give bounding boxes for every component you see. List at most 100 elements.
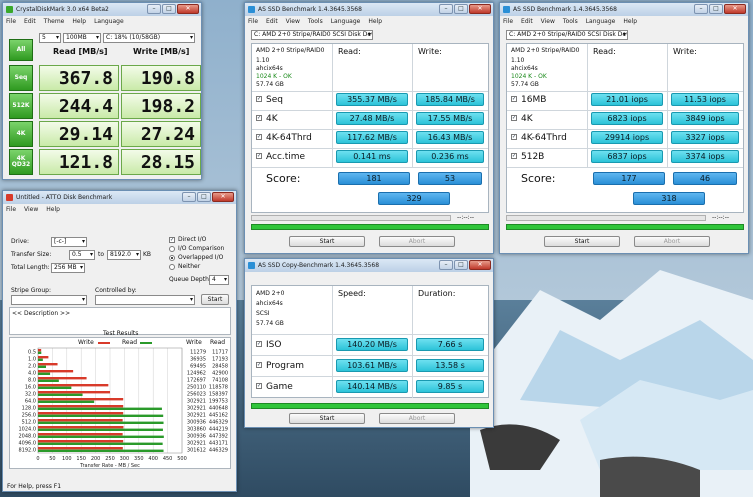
start-button[interactable]: Start (289, 236, 365, 247)
seq-button[interactable]: Seq (9, 65, 33, 91)
close-button[interactable]: ✕ (177, 4, 199, 14)
minimize-button[interactable]: – (694, 4, 708, 14)
neither-radio[interactable] (169, 264, 175, 270)
4k-qd32-button[interactable]: 4K QD32 (9, 149, 33, 175)
transfer-to-select[interactable]: 8192.0 (107, 250, 141, 260)
abort-button[interactable]: Abort (634, 236, 710, 247)
x-tick-label: 400 (148, 456, 158, 462)
16mb-checkbox[interactable]: ✓ (511, 96, 517, 102)
all-button[interactable]: All (9, 39, 33, 61)
maximize-button[interactable]: □ (197, 192, 211, 202)
close-button[interactable]: ✕ (469, 260, 491, 270)
minimize-button[interactable]: – (147, 4, 161, 14)
menu-theme[interactable]: Theme (44, 18, 65, 25)
menu-file[interactable]: File (248, 18, 258, 25)
menu-edit[interactable]: Edit (24, 18, 36, 25)
x-tick-label: 250 (105, 456, 115, 462)
write-bar (38, 356, 49, 359)
drive-select[interactable]: [-c-] (51, 237, 87, 247)
minimize-button[interactable]: – (439, 260, 453, 270)
minimize-button[interactable]: – (439, 4, 453, 14)
stripe-group-select[interactable] (11, 295, 87, 305)
maximize-button[interactable]: □ (454, 260, 468, 270)
write-value-label: 250110 (187, 385, 206, 391)
512b-checkbox[interactable]: ✓ (511, 153, 517, 159)
runs-select[interactable]: 5 (39, 33, 61, 43)
results-panel: Write Read Write Read 0 50 100 150 200 250 300… (9, 337, 231, 469)
4k-read-value: 29.14 (39, 121, 119, 147)
title-bar[interactable]: AS SSD Copy-Benchmark 1.4.3645.3568 – □ ✕ (245, 259, 493, 272)
title-bar[interactable]: Untitled - ATTO Disk Benchmark – □ ✕ (3, 191, 236, 204)
program-checkbox[interactable]: ✓ (256, 362, 262, 368)
read-bar (38, 407, 162, 410)
close-button[interactable]: ✕ (212, 192, 234, 202)
overlapped-io-radio[interactable] (169, 255, 175, 261)
start-button[interactable]: Start (544, 236, 620, 247)
menu-view[interactable]: View (286, 18, 300, 25)
4k-read-value: 27.48 MB/s (336, 112, 408, 125)
maximize-button[interactable]: □ (709, 4, 723, 14)
menu-help[interactable]: Help (368, 18, 382, 25)
4k-button[interactable]: 4K (9, 121, 33, 147)
title-bar[interactable]: AS SSD Benchmark 1.4.3645.3568 – □ ✕ (500, 3, 748, 16)
menu-file[interactable]: File (503, 18, 513, 25)
menu-edit[interactable]: Edit (521, 18, 533, 25)
start-button[interactable]: Start (289, 413, 365, 424)
menu-help[interactable]: Help (623, 18, 637, 25)
menu-tools[interactable]: Tools (308, 18, 323, 25)
io-comparison-radio[interactable] (169, 246, 175, 252)
window-title: AS SSD Benchmark 1.4.3645.3568 (513, 6, 617, 13)
title-bar[interactable]: AS SSD Benchmark 1.4.3645.3568 – □ ✕ (245, 3, 493, 16)
queue-depth-select[interactable]: 4 (209, 275, 229, 285)
menu-edit[interactable]: Edit (266, 18, 278, 25)
abort-button[interactable]: Abort (379, 236, 455, 247)
4k-64thrd-checkbox[interactable]: ✓ (256, 134, 262, 140)
menu-language[interactable]: Language (94, 18, 124, 25)
maximize-button[interactable]: □ (162, 4, 176, 14)
4k-label: 4K (521, 114, 533, 124)
menu-tools[interactable]: Tools (563, 18, 578, 25)
iso-checkbox[interactable]: ✓ (256, 341, 262, 347)
controlled-by-select[interactable] (95, 295, 195, 305)
x-tick-label: 450 (163, 456, 173, 462)
abort-button[interactable]: Abort (379, 413, 455, 424)
4k-64thrd-checkbox[interactable]: ✓ (511, 134, 517, 140)
start-button[interactable]: Start (201, 294, 229, 305)
drive-select[interactable]: C: 18% (10/58GB) (103, 33, 195, 43)
minimize-button[interactable]: – (182, 192, 196, 202)
transfer-from-select[interactable]: 0.5 (69, 250, 95, 260)
write-bar (38, 419, 123, 422)
write-legend-label: Write (78, 339, 94, 346)
results-title: Test Results (103, 330, 139, 337)
total-length-label: Total Length: (11, 264, 50, 271)
write-column-header: Write (186, 339, 202, 346)
menu-file[interactable]: File (6, 206, 16, 213)
write-header: Write: (418, 47, 442, 56)
acc-time-checkbox[interactable]: ✓ (256, 153, 262, 159)
close-button[interactable]: ✕ (724, 4, 746, 14)
menu-file[interactable]: File (6, 18, 16, 25)
4k-checkbox[interactable]: ✓ (511, 115, 517, 121)
direct-io-checkbox[interactable]: ✓ (169, 237, 175, 243)
close-button[interactable]: ✕ (469, 4, 491, 14)
firmware: 1.10 (511, 57, 525, 64)
menu-view[interactable]: View (541, 18, 555, 25)
device-select[interactable]: C: AMD 2+0 Stripe/RAID0 SCSI Disk Device (251, 30, 373, 40)
total-length-select[interactable]: 256 MB (51, 263, 85, 273)
4k-checkbox[interactable]: ✓ (256, 115, 262, 121)
category-label: 2048.0 (19, 434, 37, 440)
512k-button[interactable]: 512K (9, 93, 33, 119)
game-checkbox[interactable]: ✓ (256, 383, 262, 389)
menu-language[interactable]: Language (331, 18, 361, 25)
write-bar (38, 398, 124, 401)
category-label: 256.0 (22, 413, 36, 419)
device-select[interactable]: C: AMD 2+0 Stripe/RAID0 SCSI Disk Device (506, 30, 628, 40)
menu-language[interactable]: Language (586, 18, 616, 25)
menu-view[interactable]: View (24, 206, 38, 213)
maximize-button[interactable]: □ (454, 4, 468, 14)
menu-help[interactable]: Help (46, 206, 60, 213)
size-select[interactable]: 100MB (63, 33, 101, 43)
seq-checkbox[interactable]: ✓ (256, 96, 262, 102)
menu-help[interactable]: Help (72, 18, 86, 25)
title-bar[interactable]: CrystalDiskMark 3.0 x64 Beta2 – □ ✕ (3, 3, 201, 16)
